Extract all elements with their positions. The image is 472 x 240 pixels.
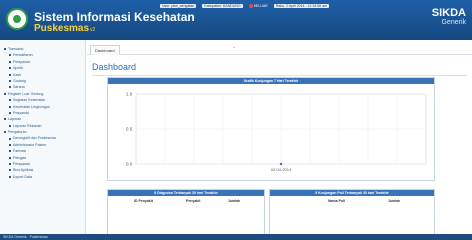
sidebar-item-label: Pelayanan: [13, 59, 30, 64]
bullet-icon: [9, 111, 11, 114]
app-subtitle: Puskesmasv2: [34, 23, 95, 34]
sidebar-item-label: Laporan Rekamin: [13, 123, 42, 128]
brand-sub: Generik: [441, 19, 466, 26]
bullet-icon: [9, 99, 11, 102]
bullet-icon: [9, 60, 11, 63]
logout-button[interactable]: KELUAR: [248, 4, 268, 8]
bullet-icon: [9, 150, 11, 153]
expand-icon: [4, 131, 6, 134]
sidebar-item-label: Apotik: [13, 66, 23, 71]
bullet-icon: [9, 169, 11, 172]
footer-text: SIKDA Generik - Puskesmas: [3, 235, 48, 239]
sidebar-item-label: Pelayanan: [13, 162, 30, 167]
expand-icon: [4, 118, 6, 121]
y-tick-label: 1.0: [126, 92, 133, 97]
bullet-icon: [9, 163, 11, 166]
sidebar-item[interactable]: Export Data: [0, 174, 85, 180]
expand-icon: [4, 48, 6, 51]
collapse-icon[interactable]: ^: [233, 45, 235, 50]
diagnosis-table-header: ID Penyakit Penyakit Jumlah: [108, 196, 264, 208]
sidebar-item-label: Posyandu: [13, 110, 29, 115]
app-subtitle-text: Puskesmas: [34, 23, 90, 34]
main-content: Dashboard ^ Dashboard Grafik Kunjungan 7…: [87, 40, 472, 240]
column-header: ID Penyakit: [134, 199, 153, 203]
footer-bar: SIKDA Generik - Puskesmas: [0, 234, 472, 240]
sidebar-item-label: Kesehatan Lingkungan: [13, 104, 50, 109]
app-header: Sistem Informasi Kesehatan Puskesmasv2 U…: [0, 0, 472, 40]
sidebar-item-label: Gudang: [13, 78, 26, 83]
bullet-icon: [9, 54, 11, 57]
bullet-icon: [9, 137, 11, 140]
app-title: Sistem Informasi Kesehatan: [34, 10, 195, 24]
poli-table-header: Nama Poli Jumlah: [270, 196, 434, 208]
sidebar-item-label: Transaksi: [8, 47, 24, 51]
bullet-icon: [9, 105, 11, 108]
date-info: Rabu, 2 April 2014 - 12:34:56 am: [273, 4, 330, 8]
column-header: Jumlah: [228, 199, 241, 203]
sidebar-item-label: Sarana: [13, 85, 25, 90]
app-version: v2: [90, 27, 96, 33]
sidebar-item-label: Bisu Aplikasi: [13, 168, 34, 173]
sidebar-item-label: Kegiatan Kesehatan: [13, 98, 46, 103]
poli-table-panel: 5 Kunjungan Poli Terbanyak 30 hari Terak…: [269, 189, 435, 240]
title-divider: [92, 75, 467, 76]
bullet-icon: [9, 175, 11, 178]
sidebar-item-label: Register Luar Gedung: [8, 91, 44, 96]
bullet-icon: [9, 67, 11, 70]
page-title: Dashboard: [92, 62, 137, 72]
sidebar-item-label: Farmasi: [13, 149, 26, 154]
column-header: Nama Poli: [328, 199, 345, 203]
puskesmas-logo: [6, 8, 28, 30]
sidebar-menu: Transaksi Pendaftaran Pelayanan Apotik Kasir…: [0, 40, 86, 234]
column-header: Jumlah: [388, 199, 401, 203]
bullet-icon: [9, 143, 11, 146]
visits-chart-panel: Grafik Kunjungan 7 Hari Terakhir 1.0 0.5 0…: [107, 77, 435, 181]
logout-label: KELUAR: [253, 4, 268, 8]
sidebar-item-label: Administrator Pasien: [13, 142, 47, 147]
diagnosis-table-panel: 5 Diagnosa Terbanyak 30 hari Terakhir ID…: [107, 189, 265, 240]
tab-bar: Dashboard ^: [87, 42, 472, 55]
power-icon: [248, 4, 253, 8]
location-info: Kabupaten: BANDUNG: [202, 4, 243, 8]
sidebar-item-label: Laporan: [8, 117, 22, 122]
sidebar-item-label: Pengaturan: [8, 130, 27, 135]
data-point: [279, 162, 283, 166]
sidebar-item-label: Petugas: [13, 155, 27, 160]
y-tick-label: 0.5: [126, 127, 133, 132]
visits-chart: 1.0 0.5 0.0 02-04-2014: [126, 92, 427, 172]
sidebar-item-label: Export Data: [13, 174, 32, 179]
bullet-icon: [9, 124, 11, 127]
user-info: User: pkm_sengatan: [160, 4, 197, 8]
user-info-bar: User: pkm_sengatan Kabupaten: BANDUNG KE…: [160, 3, 330, 9]
bullet-icon: [9, 73, 11, 76]
column-header: Penyakit: [186, 199, 201, 203]
expand-icon: [4, 92, 6, 95]
sidebar-item-label: Demografi dan Puskesmas: [13, 136, 57, 141]
brand-name: SIKDA: [431, 7, 466, 19]
sidebar-item-label: Kasir: [13, 72, 22, 77]
sidebar-item-label: Pendaftaran: [13, 53, 33, 58]
tab-dashboard[interactable]: Dashboard: [90, 45, 120, 55]
bullet-icon: [9, 156, 11, 159]
x-tick-label: 02-04-2014: [271, 167, 292, 172]
sikda-brand: SIKDA Generik: [432, 7, 466, 26]
y-tick-label: 0.0: [126, 162, 133, 167]
bullet-icon: [9, 80, 11, 82]
bullet-icon: [9, 86, 11, 89]
